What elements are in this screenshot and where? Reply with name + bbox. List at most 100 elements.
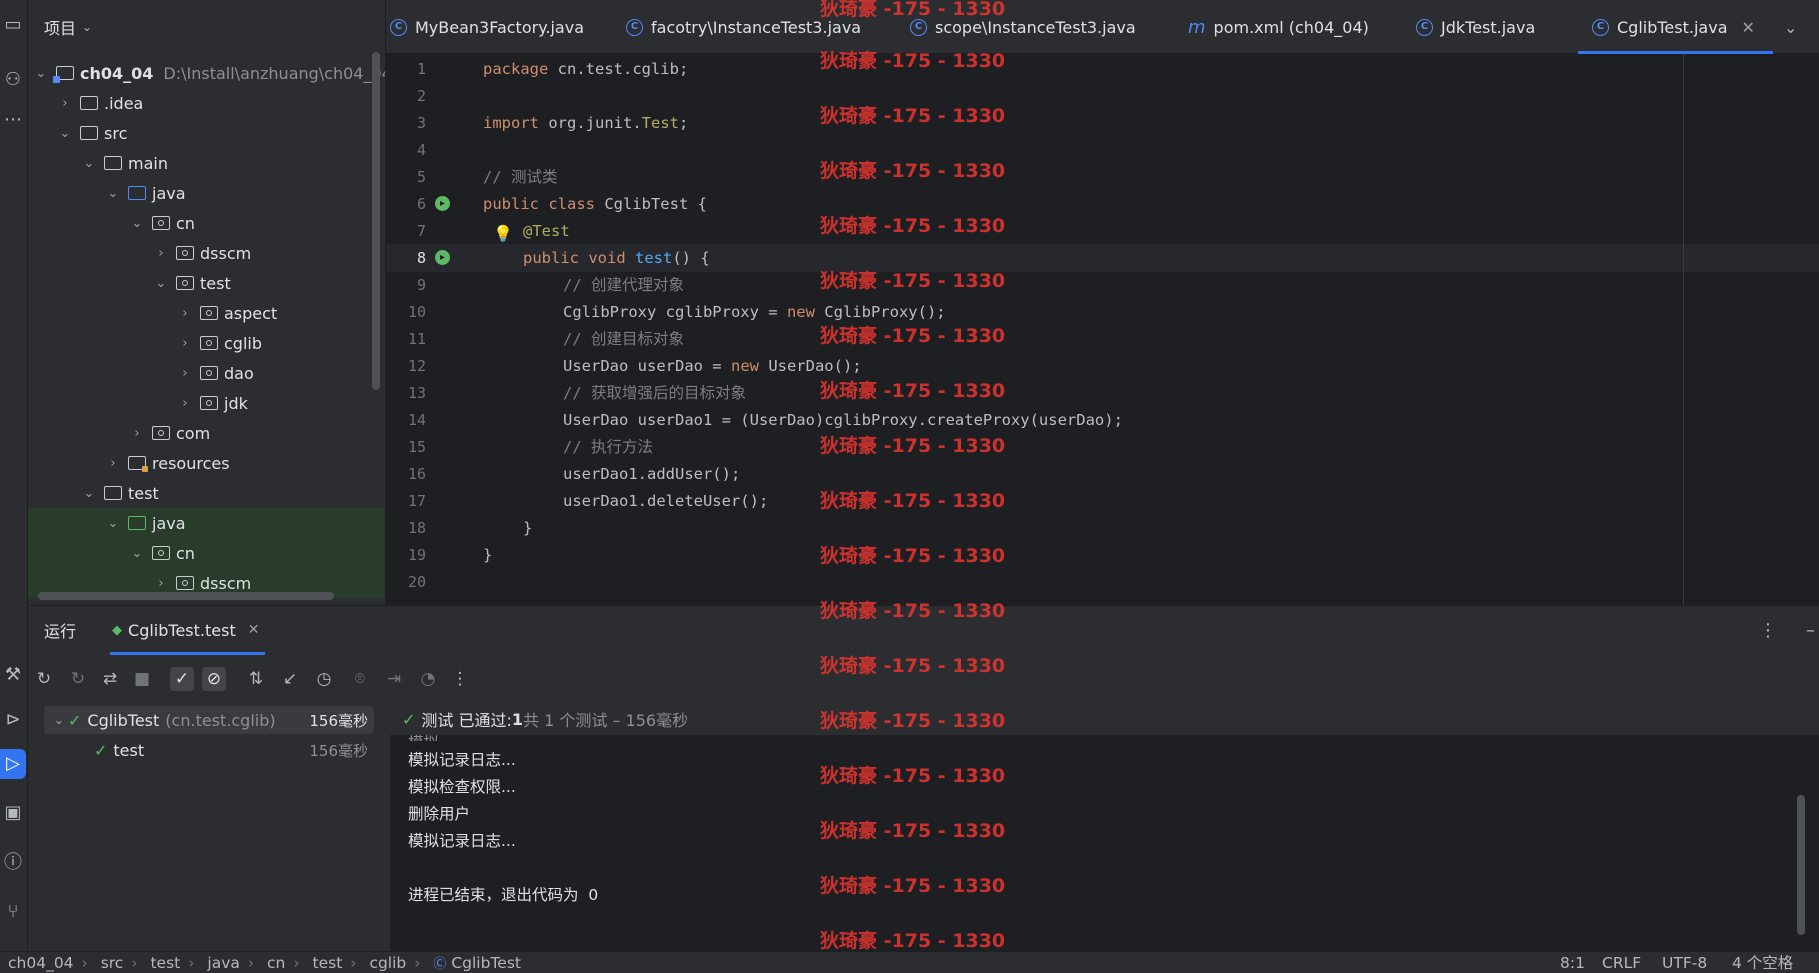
stop-icon[interactable]: ■ <box>130 667 154 691</box>
toggle-auto-test-icon[interactable]: ⇄ <box>98 667 122 691</box>
indent-setting[interactable]: 4 个空格 <box>1732 952 1793 973</box>
run-test-gutter-icon[interactable]: ▸ <box>435 196 450 211</box>
tab-mybean3factory[interactable]: C MyBean3Factory.java <box>390 0 584 54</box>
project-horizontal-scrollbar[interactable] <box>38 592 334 600</box>
structure-icon[interactable]: ⚇ <box>0 65 26 95</box>
rerun-failed-icon[interactable]: ↻ <box>66 667 90 691</box>
chevron-right-icon[interactable]: › <box>176 306 194 321</box>
chevron-down-icon[interactable]: ⌄ <box>104 186 122 201</box>
breadcrumb-item[interactable]: ch04_04 <box>8 954 74 972</box>
import-icon[interactable]: ⇥ <box>382 667 406 691</box>
options-more-icon[interactable]: ⋮ <box>1759 620 1777 641</box>
tree-item[interactable]: › jdk <box>176 388 247 418</box>
chevron-down-icon[interactable]: ⌄ <box>104 516 122 531</box>
history-icon[interactable]: ◷ <box>312 667 336 691</box>
breadcrumb-item[interactable]: src <box>101 954 124 972</box>
chevron-right-icon[interactable]: › <box>152 246 170 261</box>
tab-jdktest[interactable]: C JdkTest.java <box>1416 0 1535 54</box>
tab-facotry-instancetest3[interactable]: Cfacotry\InstanceTest3.java <box>626 0 861 54</box>
chevron-down-icon[interactable]: ⌄ <box>82 20 92 34</box>
test-suite-row[interactable]: ⌄ ✓ CglibTest (cn.test.cglib) 156毫秒 <box>44 706 374 734</box>
chevron-right-icon[interactable]: › <box>128 426 146 441</box>
module-icon <box>53 66 74 83</box>
passed-icon: ✓ <box>94 740 108 760</box>
run-test-gutter-icon[interactable]: ▸ <box>435 250 450 265</box>
tab-scope-instancetest3[interactable]: Cscope\InstanceTest3.java <box>910 0 1136 54</box>
screenshot-icon[interactable]: ⌾ <box>348 667 372 691</box>
chevron-down-icon[interactable]: ⌄ <box>128 546 146 561</box>
breadcrumb-item[interactable]: test <box>150 954 180 972</box>
project-panel-header[interactable]: 项目 ⌄ <box>28 0 385 54</box>
tree-item[interactable]: ⌄ test <box>152 268 231 298</box>
more-icon[interactable]: ⋮ <box>448 667 472 691</box>
run-icon[interactable]: ▷ <box>0 749 26 779</box>
console-scrollbar[interactable] <box>1797 795 1805 935</box>
breadcrumb-item[interactable]: test <box>313 954 343 972</box>
chevron-down-icon[interactable]: ⌄ <box>32 66 50 81</box>
tree-item[interactable]: ⌄ cn <box>128 208 195 238</box>
tree-item[interactable]: › dao <box>176 358 253 388</box>
chevron-right-icon[interactable]: › <box>176 336 194 351</box>
tab-cglibtest[interactable]: C CglibTest.java ✕ <box>1578 0 1773 54</box>
tree-item[interactable]: › resources <box>104 448 229 478</box>
test-config-icon: ◆ <box>112 622 123 638</box>
terminal-icon[interactable]: ▣ <box>0 798 26 828</box>
chevron-down-icon[interactable]: ⌄ <box>80 486 98 501</box>
coverage-icon[interactable]: ◔ <box>416 667 440 691</box>
breadcrumb-item[interactable]: cglib <box>369 954 406 972</box>
code-comment: // 获取增强后的目标对象 <box>563 384 746 402</box>
rerun-icon[interactable]: ↻ <box>32 667 56 691</box>
tab-run-config[interactable]: ◆ CglibTest.test ✕ <box>110 605 266 655</box>
breadcrumb-item[interactable]: CglibTest <box>451 954 521 972</box>
tree-item[interactable]: › aspect <box>176 298 277 328</box>
chevron-right-icon[interactable]: › <box>176 366 194 381</box>
source-folder-icon <box>128 186 146 200</box>
project-icon[interactable]: ▭ <box>0 10 26 40</box>
show-passed-icon[interactable]: ✓ <box>170 667 194 691</box>
chevron-down-icon[interactable]: ⌄ <box>56 126 74 141</box>
tree-item[interactable]: ⌄ cn <box>28 538 385 568</box>
caret-position[interactable]: 8:1 <box>1560 952 1585 973</box>
chevron-down-icon[interactable]: ⌄ <box>128 216 146 231</box>
tree-item[interactable]: ⌄ test <box>80 478 159 508</box>
chevron-right-icon[interactable]: › <box>56 96 74 111</box>
tree-item[interactable]: ⌄ java <box>28 508 385 538</box>
sort-icon[interactable]: ⇅ <box>244 667 268 691</box>
breadcrumb-item[interactable]: cn <box>267 954 285 972</box>
chevron-down-icon[interactable]: ⌄ <box>80 156 98 171</box>
tree-item[interactable]: › com <box>128 418 210 448</box>
tree-item[interactable]: › .idea <box>56 88 143 118</box>
tree-root[interactable]: ⌄ ch04_04 D:\Install\anzhuang\ch04_04 <box>32 58 385 88</box>
breadcrumb-item[interactable]: java <box>207 954 239 972</box>
close-icon[interactable]: ✕ <box>1742 18 1755 37</box>
chevron-down-icon[interactable]: ⌄ <box>50 713 68 728</box>
problems-icon[interactable]: ⓘ <box>0 848 26 878</box>
console-line: 进程已结束，退出代码为 0 <box>408 886 599 904</box>
tree-item[interactable]: ⌄ main <box>80 148 168 178</box>
collapse-icon[interactable]: ↙ <box>278 667 302 691</box>
chevron-right-icon[interactable]: › <box>152 576 170 591</box>
tree-item[interactable]: ⌄ java <box>104 178 186 208</box>
chevron-right-icon[interactable]: › <box>176 396 194 411</box>
file-encoding[interactable]: UTF-8 <box>1662 952 1707 973</box>
code-editor[interactable]: 1 package cn.test.cglib; 2 3 import org.ju… <box>386 54 1819 605</box>
tab-label: scope\InstanceTest3.java <box>935 17 1136 37</box>
close-icon[interactable]: ✕ <box>248 622 260 638</box>
tree-item[interactable]: ⌄ src <box>56 118 128 148</box>
tree-item[interactable]: › dsscm <box>152 238 251 268</box>
git-icon[interactable]: ⑂ <box>0 897 26 927</box>
services-icon[interactable]: ⊳ <box>0 705 26 735</box>
project-vertical-scrollbar[interactable] <box>372 52 380 390</box>
chevron-down-icon[interactable]: ⌄ <box>152 276 170 291</box>
minimize-icon[interactable]: – <box>1806 620 1815 641</box>
test-case-row[interactable]: ✓ test 156毫秒 <box>94 736 374 764</box>
chevron-right-icon[interactable]: › <box>104 456 122 471</box>
tabs-overflow-chevron-down-icon[interactable]: ⌄ <box>1784 0 1797 54</box>
show-ignored-icon[interactable]: ⊘ <box>202 667 226 691</box>
tab-pom-xml[interactable]: m pom.xml (ch04_04) <box>1188 0 1369 54</box>
more-icon[interactable]: ⋯ <box>0 105 26 135</box>
build-icon[interactable]: ⚒ <box>0 660 26 690</box>
line-separator[interactable]: CRLF <box>1602 952 1641 973</box>
tree-item[interactable]: › cglib <box>176 328 262 358</box>
console-output[interactable]: ✓ 测试 已通过: 1 共 1 个测试 – 156毫秒 模拟... 模拟记录日志… <box>390 703 1819 951</box>
